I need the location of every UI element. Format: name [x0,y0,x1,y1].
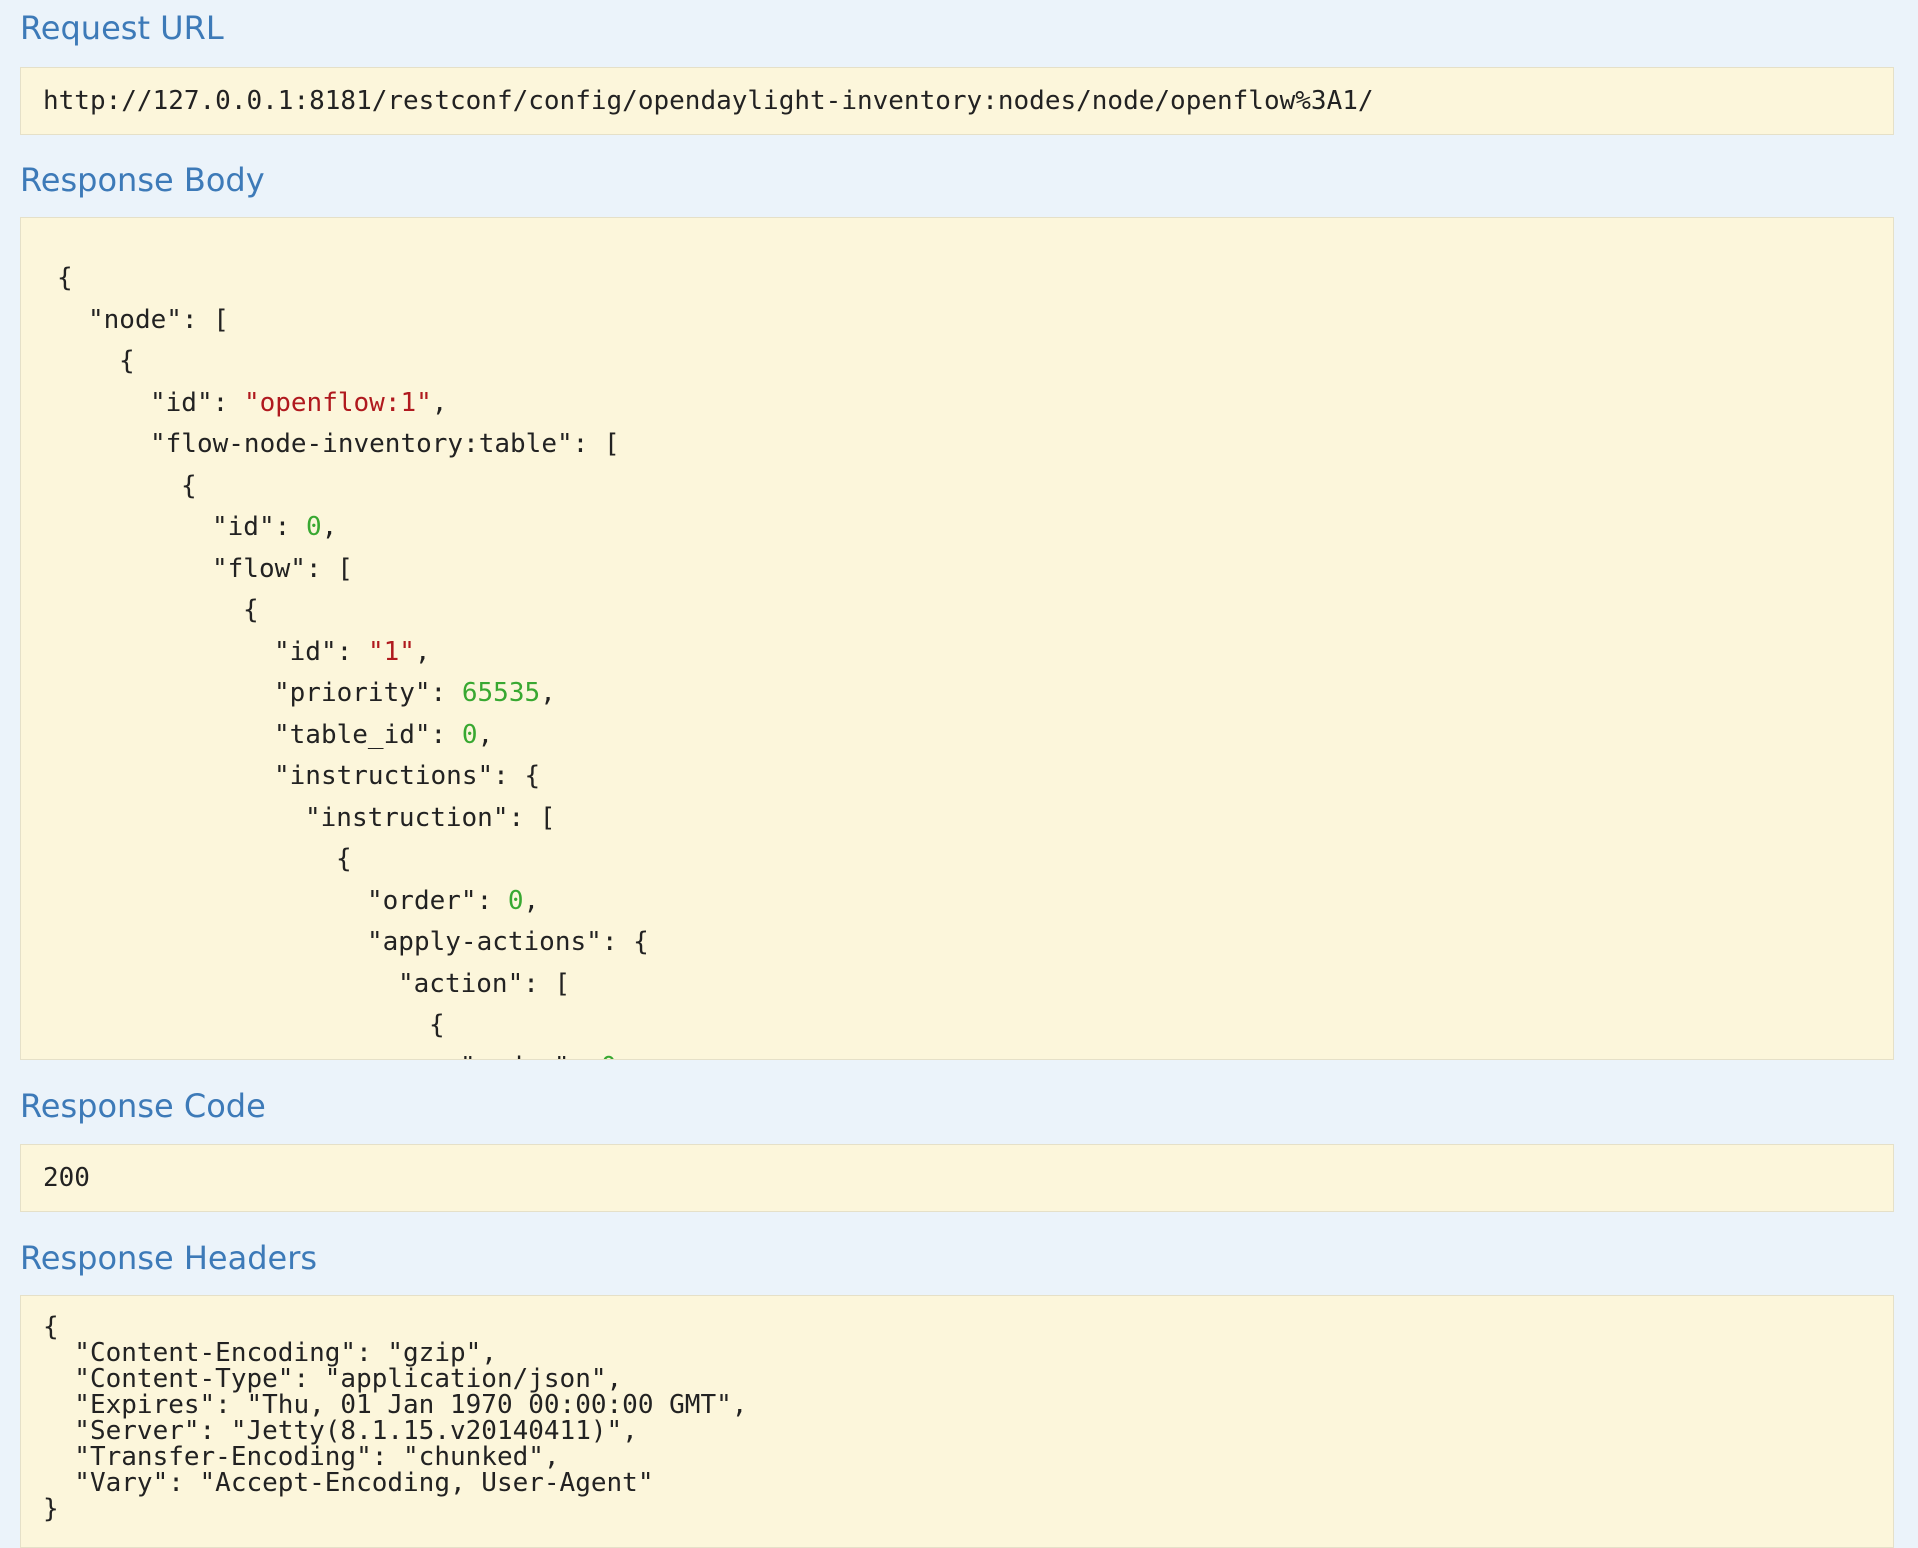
json-line: "id": "1", [57,632,649,674]
json-line: "flow": [ [57,549,649,591]
response-body-json[interactable]: {"node": [{"id": "openflow:1", "flow-node… [57,258,649,1060]
json-punct: , [431,387,448,418]
json-number: 0 [507,885,524,916]
json-line: { [57,341,649,383]
json-punct: { [336,844,352,874]
json-punct: : [476,885,508,916]
json-key: "order" [460,1052,570,1060]
json-line: "table_id": 0, [57,715,649,757]
json-line: "order": 0, [57,881,649,923]
json-punct: : [ [572,429,620,459]
json-punct: : [ [508,802,556,833]
response-code-title: Response Code [20,1087,266,1125]
json-punct: : [ [523,968,571,999]
response-headers-title: Response Headers [20,1239,318,1277]
json-punct: , [523,885,540,916]
response-code-value: 200 [43,1163,90,1193]
json-punct: { [119,346,135,376]
header-line: { [43,1312,59,1342]
response-body-title: Response Body [20,161,265,199]
json-number: 0 [305,512,322,542]
json-number: 0 [601,1052,617,1060]
request-url-value[interactable]: http://127.0.0.1:8181/restconf/config/op… [43,86,1374,116]
json-punct: : [430,678,462,708]
json-line: "instructions": { [57,756,649,798]
header-line: "Expires": "Thu, 01 Jan 1970 00:00:00 GM… [43,1390,748,1420]
json-key: "node" [88,304,182,335]
json-punct: { [429,1010,445,1040]
json-key: "table_id" [274,719,431,750]
json-key: "order" [367,885,477,916]
json-line: "id": "openflow:1", [57,383,649,425]
json-line: { [57,258,649,300]
json-punct: : { [493,761,541,791]
json-line: "node": [ [57,300,649,342]
header-line: "Content-Type": "application/json", [43,1364,623,1394]
header-line: "Vary": "Accept-Encoding, User-Agent" [43,1468,654,1498]
response-headers-json: { "Content-Encoding": "gzip", "Content-T… [43,1314,747,1522]
json-punct: : [430,719,462,750]
json-punct: , [477,719,494,750]
json-line: { [57,466,649,508]
json-number: 65535 [461,678,541,708]
header-line: "Transfer-Encoding": "chunked", [43,1442,560,1472]
json-punct: , [540,678,556,708]
json-line: "id": 0, [57,507,649,549]
json-key: "priority" [274,678,431,708]
json-key: "id" [274,636,337,667]
response-body-box[interactable]: {"node": [{"id": "openflow:1", "flow-node… [20,217,1894,1060]
json-line: "priority": 65535, [57,673,649,715]
json-punct: : [212,387,244,418]
json-key: "id" [212,512,275,542]
json-key: "instructions" [274,761,494,791]
request-url-title: Request URL [20,9,224,47]
json-punct: : [336,636,368,667]
json-line: { [57,839,649,881]
request-url-box[interactable]: http://127.0.0.1:8181/restconf/config/op… [20,67,1894,135]
header-line: } [43,1494,59,1524]
header-line: "Server": "Jetty(8.1.15.v20140411)", [43,1416,638,1446]
json-line: "action": [ [57,964,649,1006]
json-line: "flow-node-inventory:table": [ [57,424,649,466]
response-code-box[interactable]: 200 [20,1144,1894,1212]
json-line: "instruction": [ [57,798,649,840]
json-line: { [57,1005,649,1047]
response-headers-box[interactable]: { "Content-Encoding": "gzip", "Content-T… [20,1295,1894,1548]
json-punct: : { [601,927,649,957]
json-punct: , [414,636,431,667]
json-line: "order": 0 [57,1047,649,1060]
json-punct: { [57,263,73,293]
json-number: 0 [461,719,478,750]
json-key: "action" [398,968,524,999]
json-punct: : [570,1052,601,1060]
json-string: "openflow:1" [243,387,432,418]
json-punct: : [274,512,306,542]
json-key: "id" [150,387,213,418]
json-punct: : [ [181,304,229,335]
json-key: "apply-actions" [367,927,602,957]
json-punct: { [243,595,259,625]
json-key: "instruction" [305,802,509,833]
json-line: { [57,590,649,632]
json-punct: { [181,470,197,501]
json-line: "apply-actions": { [57,922,649,964]
json-key: "flow" [212,553,306,584]
json-punct: , [321,512,338,542]
json-key: "flow-node-inventory:table" [150,429,573,459]
header-line: "Content-Encoding": "gzip", [43,1338,497,1368]
json-string: "1" [367,636,415,667]
json-punct: : [ [305,553,353,584]
